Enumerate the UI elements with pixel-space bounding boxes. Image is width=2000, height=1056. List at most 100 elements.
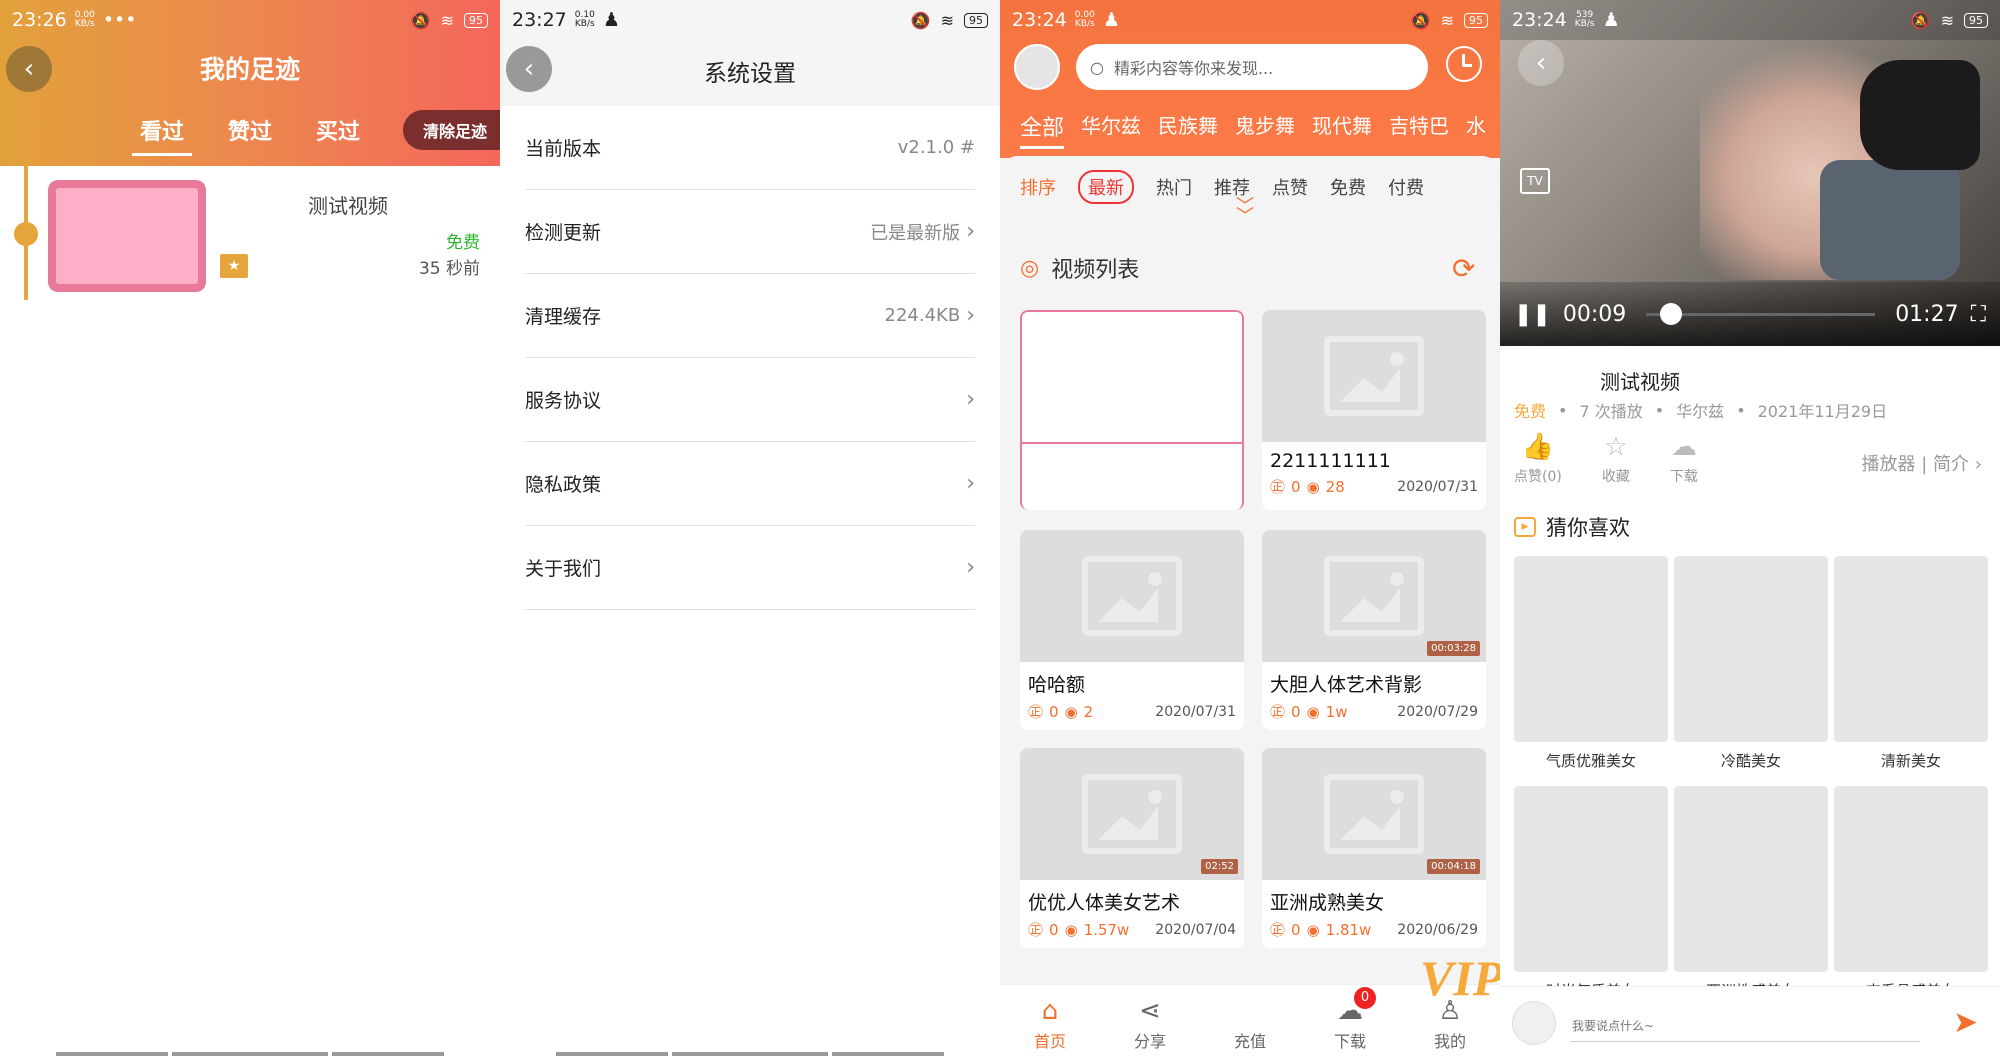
category-tab[interactable]: 鬼步舞 (1235, 110, 1295, 149)
status-time: 23:24 (1512, 9, 1567, 31)
network-speed: 0.00 KB/s (1074, 10, 1095, 29)
avatar[interactable] (1014, 44, 1060, 90)
recommend-card[interactable] (1514, 786, 1668, 972)
status-bar: 23:26 0.00 KB/s ••• 🔕 ≋ 95 (0, 0, 500, 40)
recommend-card[interactable] (1834, 786, 1988, 972)
status-time: 23:26 (12, 9, 67, 31)
pause-icon[interactable]: ❚❚ (1514, 302, 1551, 327)
nav-download[interactable]: ☁ 0 下载 (1300, 985, 1400, 1056)
nav-recharge[interactable]: VIP 充值 (1200, 950, 1500, 1056)
category-tab[interactable]: 民族舞 (1158, 110, 1218, 149)
play-count: 7 次播放 (1579, 402, 1643, 421)
player-intro-link[interactable]: 播放器 | 简介 › (1862, 450, 1982, 476)
chevron-right-icon: › (1974, 454, 1982, 475)
video-category: 华尔兹 (1676, 402, 1725, 421)
history-screen: 23:26 0.00 KB/s ••• 🔕 ≋ 95 ‹ 我的足迹 看过 赞过 买过 … (0, 0, 500, 1056)
nav-mine[interactable]: ♙ 我的 (1400, 985, 1500, 1056)
video-date: 2020/06/29 (1397, 921, 1478, 938)
view-icon: ◉ (1306, 702, 1320, 721)
mute-icon: 🔕 (910, 10, 931, 30)
category-tab[interactable]: 水 (1466, 110, 1486, 149)
sort-free[interactable]: 免费 (1330, 174, 1366, 200)
sort-likes[interactable]: 点赞 (1272, 174, 1308, 200)
recommend-card[interactable] (1674, 786, 1828, 972)
video-card[interactable]: 2211111111 ㊣ 0 ◉ 28 2020/07/31 (1262, 310, 1486, 510)
expand-chevron-icon[interactable]: ﹀ ﹀ (1236, 198, 1254, 226)
settings-row-update[interactable]: 检测更新 已是最新版 › (525, 190, 975, 274)
sort-paid[interactable]: 付费 (1388, 174, 1424, 200)
video-list-header: ◎ 视频列表 (1020, 255, 1140, 284)
network-speed: 539 KB/s (1574, 10, 1595, 29)
recommend-card[interactable] (1834, 556, 1988, 742)
seek-bar[interactable] (1646, 302, 1876, 325)
mute-icon: 🔕 (1410, 10, 1431, 30)
download-button[interactable]: ☁ 下载 (1670, 432, 1698, 486)
home-indicator (832, 1052, 944, 1056)
video-title[interactable]: 测试视频 (308, 190, 388, 219)
recommend-title: 清新美女 (1880, 752, 1941, 770)
video-thumbnail[interactable] (48, 180, 206, 292)
category-tab[interactable]: 全部 (1020, 110, 1065, 149)
seek-knob[interactable] (1660, 302, 1683, 325)
time-ago: 35 秒前 (418, 259, 480, 279)
comment-input[interactable]: 我要说点什么~ (1572, 1017, 1654, 1034)
recommend-card[interactable] (1514, 556, 1668, 742)
video-card[interactable]: 00:03:28 大胆人体艺术背影 ㊣ 0 ◉ 1w 2020/07/29 (1262, 530, 1486, 730)
nav-home[interactable]: ⌂ 首页 (1000, 985, 1100, 1056)
nav-share[interactable]: ⋖ 分享 (1100, 985, 1200, 1056)
fullscreen-icon[interactable]: ⛶ (1971, 302, 1986, 327)
home-indicator (556, 1052, 668, 1056)
recommend-title: 气质优雅美女 (1545, 752, 1636, 770)
player-controls: ❚❚ 00:09 01:27 ⛶ (1500, 282, 2000, 346)
video-card[interactable] (1020, 310, 1244, 510)
clear-history-button[interactable]: 清除足迹 (403, 110, 500, 150)
refresh-icon[interactable]: ⟳ (1452, 252, 1475, 285)
tab-watched[interactable]: 看过 (131, 114, 193, 156)
settings-row-cache[interactable]: 清理缓存 224.4KB › (525, 274, 975, 358)
history-clock-icon[interactable] (1446, 46, 1482, 82)
like-icon: ㊣ (1270, 478, 1286, 496)
settings-row-terms[interactable]: 服务协议 › (525, 358, 975, 442)
content-area: 排序 最新 热门 推荐 点赞 免费 付费 ﹀ ﹀ ◎ 视频列表 ⟳ 22111111… (1000, 156, 1500, 1056)
sort-label: 排序 (1020, 178, 1056, 199)
category-tab[interactable]: 吉特巴 (1389, 110, 1449, 149)
status-more: ••• (102, 9, 137, 31)
video-actions: 👍 点赞(0) ☆ 收藏 ☁ 下载 (1514, 432, 1698, 486)
video-date: 2020/07/31 (1155, 703, 1236, 720)
play-icon: ▶ (1514, 517, 1536, 537)
history-tabs: 看过 赞过 买过 (131, 114, 360, 156)
user-icon: ♙ (1438, 996, 1462, 1026)
sort-latest[interactable]: 最新 (1078, 170, 1134, 204)
home-icon: ⌂ (1041, 996, 1059, 1026)
like-icon: ㊣ (1270, 703, 1286, 721)
search-input[interactable]: ○ 精彩内容等你来发现... (1076, 44, 1428, 90)
category-tab[interactable]: 现代舞 (1312, 110, 1372, 149)
video-card-title: 大胆人体艺术背影 (1270, 674, 1423, 696)
settings-row-privacy[interactable]: 隐私政策 › (525, 442, 975, 526)
cloud-download-icon: ☁ (1670, 432, 1697, 462)
status-bar: 23:27 0.10 KB/s ♟ 🔕 ≋ 95 (500, 0, 1000, 40)
view-icon: ◉ (1306, 920, 1320, 939)
settings-row-version: 当前版本 v2.1.0 # (525, 106, 975, 190)
tv-cast-icon[interactable]: TV (1520, 168, 1550, 194)
settings-row-about[interactable]: 关于我们 › (525, 526, 975, 610)
favorite-button[interactable]: ☆ 收藏 (1602, 432, 1630, 486)
video-card[interactable]: 00:04:18 亚洲成熟美女 ㊣ 0 ◉ 1.81w 2020/06/29 (1262, 748, 1486, 948)
video-card-title: 优优人体美女艺术 (1028, 892, 1181, 914)
back-button[interactable]: ‹ (1518, 40, 1564, 86)
like-button[interactable]: 👍 点赞(0) (1514, 432, 1562, 486)
tab-bought[interactable]: 买过 (316, 114, 360, 156)
sort-hot[interactable]: 热门 (1156, 174, 1192, 200)
send-icon[interactable]: ➤ (1953, 1005, 1978, 1040)
video-card[interactable]: 哈哈额 ㊣ 0 ◉ 2 2020/07/31 (1020, 530, 1244, 730)
star-icon: ★ (220, 254, 248, 278)
recommend-card[interactable] (1674, 556, 1828, 742)
search-icon: ○ (1090, 57, 1104, 77)
video-duration: 00:03:28 (1427, 641, 1480, 656)
video-duration: 00:04:18 (1427, 859, 1480, 874)
video-card[interactable]: 02:52 优优人体美女艺术 ㊣ 0 ◉ 1.57w 2020/07/04 (1020, 748, 1244, 948)
home-indicator (672, 1052, 828, 1056)
chevron-right-icon: › (966, 555, 975, 580)
category-tab[interactable]: 华尔兹 (1081, 110, 1141, 149)
tab-liked[interactable]: 赞过 (228, 114, 272, 156)
